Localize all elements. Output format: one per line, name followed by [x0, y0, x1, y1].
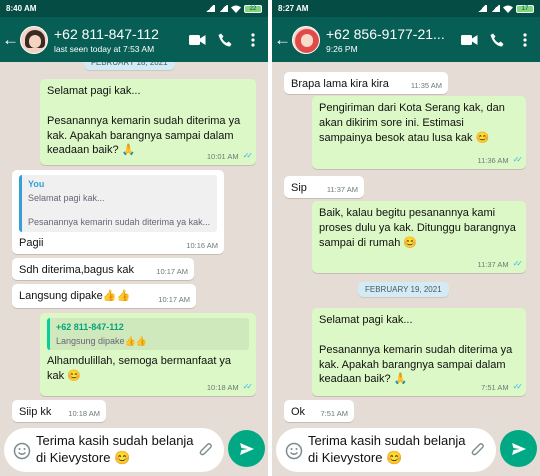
message-text: Baik, kalau begitu pesanannya kami prose… [319, 207, 519, 249]
message-time: 10:18 AM [206, 382, 239, 392]
message-meta: 10:01 AM ✓✓ [206, 151, 254, 162]
last-seen: last seen today at 7:53 AM [54, 43, 155, 54]
message-time: 11:36 AM [477, 155, 509, 165]
message-time: 11:35 AM [410, 80, 442, 90]
message-meta: 7:51 AM ✓✓ [481, 382, 524, 393]
read-ticks-icon: ✓✓ [242, 382, 254, 392]
message-incoming[interactable]: Sip 11:37 AM [284, 176, 364, 198]
send-button[interactable] [500, 430, 537, 467]
send-button[interactable] [228, 430, 265, 467]
message-incoming[interactable]: Langsung dipake👍👍 10:17 AM [12, 284, 196, 308]
message-time: 10:16 AM [186, 240, 218, 250]
message-text: Selamat pagi kak... Pesanannya kemarin s… [319, 314, 513, 386]
battery-icon: 17 [516, 4, 534, 13]
message-incoming[interactable]: Ok 7:51 AM [284, 400, 354, 422]
emoji-icon[interactable] [13, 442, 31, 460]
status-bar: 8:40 AM 22 [0, 0, 268, 17]
quoted-message[interactable]: You Selamat pagi kak... Pesanannya kemar… [19, 175, 217, 232]
message-time: 7:51 AM [481, 382, 509, 392]
message-outgoing[interactable]: Selamat pagi kak... Pesanannya kemarin s… [312, 308, 526, 396]
message-incoming[interactable]: You Selamat pagi kak... Pesanannya kemar… [12, 170, 224, 254]
phone-call-icon[interactable] [486, 29, 508, 51]
message-time: 10:01 AM [206, 151, 239, 161]
status-time: 8:40 AM [6, 4, 37, 13]
message-outgoing[interactable]: +62 811-847-112 Langsung dipake👍👍 Alhamd… [40, 313, 256, 396]
emoji-icon[interactable] [285, 442, 303, 460]
message-input[interactable]: Terima kasih sudah belanja di Kievystore… [276, 428, 496, 472]
more-vert-icon[interactable] [514, 29, 536, 51]
quoted-author: +62 811-847-112 [56, 322, 124, 332]
quoted-author: You [28, 179, 45, 189]
input-text[interactable]: Terima kasih sudah belanja di Kievystore… [308, 432, 468, 466]
signal-icon [205, 5, 215, 12]
signal-icon [477, 5, 487, 12]
wifi-icon [231, 5, 241, 13]
message-meta: 10:18 AM ✓✓ [206, 382, 254, 393]
message-time: 10:17 AM [156, 266, 188, 276]
message-text: Alhamdulillah, semoga bermanfaat ya kak … [47, 355, 235, 383]
message-list[interactable]: Brapa lama kira kira 11:35 AM Pengiriman… [272, 62, 540, 426]
message-outgoing[interactable]: Pengiriman dari Kota Serang kak, dan aka… [312, 96, 526, 169]
paperclip-icon[interactable] [198, 442, 214, 458]
contact-info[interactable]: +62 856-9177-21... 9:26 PM [326, 26, 452, 54]
quoted-text: Selamat pagi kak... Pesanannya kemarin s… [28, 193, 211, 228]
message-time: 10:18 AM [68, 408, 100, 418]
message-text: Pengiriman dari Kota Serang kak, dan aka… [319, 102, 508, 144]
quoted-text: Langsung dipake👍👍 [56, 336, 147, 347]
avatar[interactable] [20, 25, 48, 54]
date-divider: FEBRUARY 19, 2021 [358, 282, 449, 297]
read-ticks-icon: ✓✓ [512, 259, 524, 269]
contact-info[interactable]: +62 811-847-112 last seen today at 7:53 … [54, 26, 180, 54]
contact-name: +62 856-9177-21... [326, 25, 445, 42]
composer: Terima kasih sudah belanja di Kievystore… [0, 426, 268, 476]
message-input[interactable]: Terima kasih sudah belanja di Kievystore… [4, 428, 224, 472]
wifi-icon [503, 5, 513, 13]
phone-screen-left: 8:40 AM 22 ← +62 811-847-112 last seen t… [0, 0, 268, 476]
signal-icon [218, 5, 228, 12]
message-meta: 11:37 AM ✓✓ [477, 259, 524, 270]
arrow-left-icon[interactable]: ← [274, 30, 291, 50]
message-time: 11:37 AM [477, 259, 509, 269]
date-divider: FEBRUARY 18, 2021 [84, 62, 175, 70]
chat-header: ← +62 811-847-112 last seen today at 7:5… [0, 17, 268, 62]
read-ticks-icon: ✓✓ [512, 155, 524, 165]
phone-screen-right: 8:27 AM 17 ← +62 856-9177-21... 9:26 PM [272, 0, 540, 476]
input-text[interactable]: Terima kasih sudah belanja di Kievystore… [36, 432, 196, 466]
message-incoming[interactable]: Brapa lama kira kira 11:35 AM [284, 72, 448, 94]
more-vert-icon[interactable] [242, 29, 264, 51]
read-ticks-icon: ✓✓ [242, 151, 254, 161]
video-call-icon[interactable] [458, 29, 480, 51]
last-seen: 9:26 PM [326, 43, 358, 54]
signal-icon [490, 5, 500, 12]
phone-call-icon[interactable] [214, 29, 236, 51]
avatar[interactable] [292, 25, 320, 54]
contact-name: +62 811-847-112 [54, 25, 159, 42]
send-icon [239, 442, 254, 455]
read-ticks-icon: ✓✓ [512, 382, 524, 392]
message-time: 7:51 AM [320, 408, 348, 418]
message-list[interactable]: FEBRUARY 18, 2021 Selamat pagi kak... Pe… [0, 62, 268, 426]
composer: Terima kasih sudah belanja di Kievystore… [272, 426, 540, 476]
quoted-message[interactable]: +62 811-847-112 Langsung dipake👍👍 [47, 318, 249, 351]
message-incoming[interactable]: Siip kk 10:18 AM [12, 400, 106, 422]
paperclip-icon[interactable] [470, 442, 486, 458]
message-time: 10:17 AM [158, 294, 190, 304]
send-icon [511, 442, 526, 455]
video-call-icon[interactable] [186, 29, 208, 51]
message-incoming[interactable]: Sdh diterima,bagus kak 10:17 AM [12, 258, 194, 280]
message-text: Selamat pagi kak... Pesanannya kemarin s… [47, 85, 241, 157]
battery-icon: 22 [244, 4, 262, 13]
arrow-left-icon[interactable]: ← [2, 30, 19, 50]
chat-header: ← +62 856-9177-21... 9:26 PM [272, 17, 540, 62]
message-time: 11:37 AM [326, 184, 358, 194]
status-bar: 8:27 AM 17 [272, 0, 540, 17]
message-meta: 11:36 AM ✓✓ [477, 155, 524, 166]
status-time: 8:27 AM [278, 4, 309, 13]
message-outgoing[interactable]: Selamat pagi kak... Pesanannya kemarin s… [40, 79, 256, 165]
message-outgoing[interactable]: Baik, kalau begitu pesanannya kami prose… [312, 201, 526, 273]
